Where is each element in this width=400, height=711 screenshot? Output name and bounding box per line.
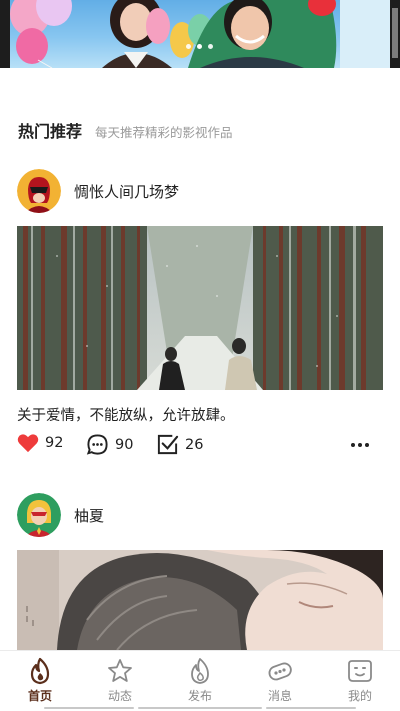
section-header: 热门推荐 每天推荐精彩的影视作品 bbox=[18, 118, 233, 142]
checkbox-icon bbox=[157, 434, 179, 455]
tab-label: 我的 bbox=[347, 689, 372, 703]
like-count: 92 bbox=[45, 435, 64, 451]
scroll-indicator bbox=[44, 707, 134, 709]
like-button[interactable]: 92 bbox=[17, 433, 63, 453]
superhero-avatar-icon[interactable] bbox=[17, 169, 61, 213]
banner-carousel[interactable] bbox=[0, 0, 400, 68]
post-username[interactable]: 柚夏 bbox=[74, 505, 104, 526]
message-icon bbox=[268, 662, 292, 681]
post-author[interactable]: 柚夏 bbox=[17, 492, 383, 538]
comment-icon bbox=[86, 434, 108, 455]
post-card: 惆怅人间几场梦 关于爱情，不能放纵，允许放肆。 92 90 26 bbox=[17, 168, 383, 459]
carousel-dot bbox=[186, 44, 191, 49]
collect-count: 26 bbox=[185, 436, 204, 453]
bottom-tab-bar: 首页 动态 发布 消息 我的 bbox=[0, 650, 400, 711]
tab-home[interactable]: 首页 bbox=[10, 657, 70, 704]
post-username[interactable]: 惆怅人间几场梦 bbox=[74, 181, 179, 202]
post-actions: 92 90 26 bbox=[17, 433, 383, 459]
post-image[interactable] bbox=[17, 550, 383, 650]
tab-label: 消息 bbox=[267, 689, 292, 703]
post-image[interactable] bbox=[17, 226, 383, 390]
comment-count: 90 bbox=[115, 436, 134, 453]
scroll-indicator bbox=[138, 707, 262, 709]
post-author[interactable]: 惆怅人间几场梦 bbox=[17, 168, 383, 214]
next-slide-peek bbox=[390, 0, 400, 68]
more-icon[interactable] bbox=[351, 443, 369, 447]
post-card: 柚夏 bbox=[17, 492, 383, 650]
tab-label: 发布 bbox=[187, 689, 212, 703]
carousel-page-indicator bbox=[186, 44, 213, 49]
carousel-dot bbox=[208, 44, 213, 49]
star-icon bbox=[108, 659, 132, 682]
heart-icon bbox=[17, 434, 39, 453]
collect-button[interactable]: 26 bbox=[156, 433, 203, 456]
tab-profile[interactable]: 我的 bbox=[330, 657, 390, 704]
tab-label: 动态 bbox=[107, 689, 132, 703]
comment-button[interactable]: 90 bbox=[86, 433, 133, 456]
flame-publish-icon bbox=[191, 658, 209, 684]
post-caption: 关于爱情，不能放纵，允许放肆。 bbox=[17, 408, 235, 424]
tab-messages[interactable]: 消息 bbox=[250, 657, 310, 704]
tab-feed[interactable]: 动态 bbox=[90, 657, 150, 704]
scroll-indicator bbox=[266, 707, 356, 709]
section-title: 热门推荐 bbox=[18, 122, 83, 141]
section-subtitle: 每天推荐精彩的影视作品 bbox=[95, 125, 233, 140]
tab-label: 首页 bbox=[27, 689, 52, 703]
prev-slide-peek bbox=[0, 0, 10, 68]
captain-marvel-avatar-icon[interactable] bbox=[17, 493, 61, 537]
tab-publish[interactable]: 发布 bbox=[170, 657, 230, 704]
banner-image bbox=[10, 0, 390, 68]
carousel-dot-active bbox=[197, 44, 202, 49]
profile-icon bbox=[348, 660, 372, 682]
flame-home-icon bbox=[30, 657, 50, 685]
